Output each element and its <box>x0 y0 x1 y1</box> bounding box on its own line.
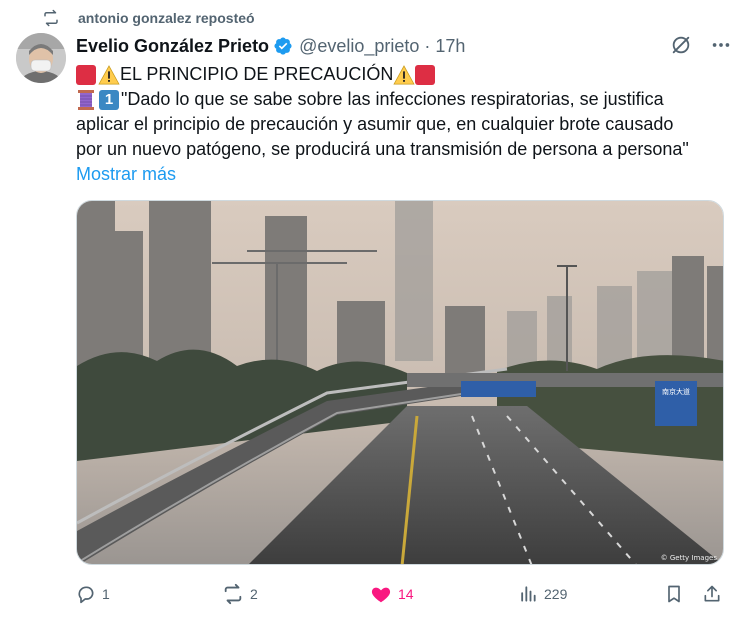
tweet-line-4: por un nuevo patógeno, se producirá una … <box>76 139 689 159</box>
image-credit: © Getty Images <box>661 554 718 562</box>
avatar[interactable] <box>16 33 66 83</box>
views-count: 229 <box>544 586 568 602</box>
red-square-icon <box>415 64 436 85</box>
tweet-title: EL PRINCIPIO DE PRECAUCIÓN <box>120 64 394 84</box>
tweet-actions: 1 2 14 229 <box>76 578 726 610</box>
grok-icon[interactable] <box>670 34 692 61</box>
repost-icon <box>224 583 242 605</box>
views-button[interactable]: 229 <box>518 578 567 610</box>
author-name[interactable]: Evelio González Prieto <box>76 36 269 57</box>
thread-spool-icon <box>78 89 94 110</box>
like-icon <box>371 587 391 603</box>
keycap-one-icon: 1 <box>99 89 119 110</box>
reply-icon <box>78 586 94 604</box>
repost-indicator[interactable]: antonio gonzalez reposteó <box>42 6 255 30</box>
bookmark-button[interactable] <box>664 578 690 610</box>
tweet-top-actions <box>670 34 732 61</box>
more-icon[interactable] <box>710 34 732 61</box>
tweet-line-2: 1 "Dado lo que se sabe sobre las infecci… <box>76 87 726 112</box>
author-handle[interactable]: @evelio_prieto <box>299 36 419 57</box>
road-sign-text: 南京大道 <box>662 387 690 396</box>
like-button[interactable]: 14 <box>370 578 414 610</box>
verified-badge-icon[interactable] <box>273 36 293 56</box>
repost-button[interactable]: 2 <box>222 578 258 610</box>
warning-icon <box>98 64 120 84</box>
tweet-line-1: EL PRINCIPIO DE PRECAUCIÓN <box>76 62 726 87</box>
tweet-text: EL PRINCIPIO DE PRECAUCIÓN 1 "Dado lo qu… <box>76 62 726 187</box>
separator: · <box>424 35 431 56</box>
share-icon <box>704 585 720 602</box>
reply-count: 1 <box>102 586 110 602</box>
repost-count: 2 <box>250 586 258 602</box>
reply-button[interactable]: 1 <box>76 578 110 610</box>
tweet-line-3: aplicar el principio de precaución y asu… <box>76 114 674 134</box>
bookmark-icon <box>668 585 680 603</box>
like-count: 14 <box>398 586 414 602</box>
warning-icon <box>393 64 416 84</box>
repost-icon <box>44 9 58 27</box>
tweet-quote-line: "Dado lo que se sabe sobre las infeccion… <box>121 89 664 109</box>
red-square-icon <box>76 64 96 85</box>
tweet-media-image[interactable]: 南京大道 © Getty Images <box>76 200 724 565</box>
repost-text: antonio gonzalez reposteó <box>78 10 255 26</box>
share-button[interactable] <box>702 578 728 610</box>
timestamp[interactable]: 17h <box>435 36 465 57</box>
tweet-header: Evelio González Prieto @evelio_prieto · … <box>76 34 465 58</box>
show-more-link[interactable]: Mostrar más <box>76 162 726 187</box>
views-icon <box>521 586 536 602</box>
